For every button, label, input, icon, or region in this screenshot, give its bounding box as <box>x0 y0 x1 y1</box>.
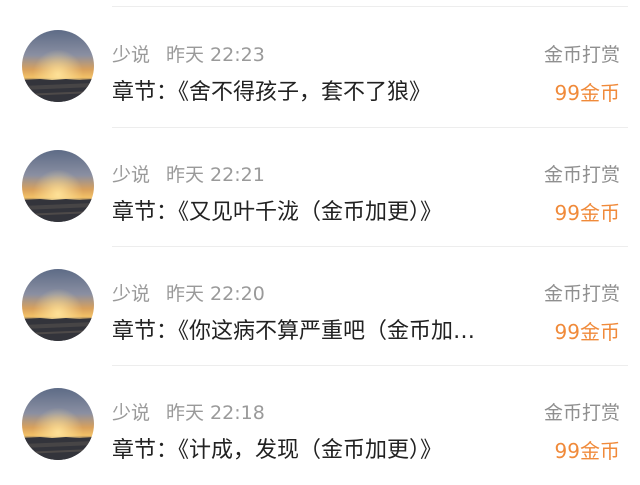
item-meta: 少说 昨天 22:20 <box>112 279 265 309</box>
timestamp: 昨天 22:21 <box>166 164 265 186</box>
username[interactable]: 少说 <box>112 44 150 66</box>
item-meta: 少说 昨天 22:23 <box>112 40 265 70</box>
chapter-title[interactable]: 章节：《计成，发现（金币加更）》 <box>112 434 522 468</box>
chapter-name: 《舍不得孩子，套不了狼》 <box>178 80 432 105</box>
sunset-landscape-avatar <box>22 269 94 341</box>
chapter-name: 《又见叶千泷（金币加更）》 <box>178 200 443 225</box>
user-avatar[interactable] <box>22 269 94 341</box>
reward-type: 金币打赏 <box>543 164 620 186</box>
user-avatar[interactable] <box>22 150 94 222</box>
reward-item[interactable]: 少说 昨天 22:21 章节：《又见叶千泷（金币加更）》 金币打赏 99金币 <box>0 128 640 247</box>
sunset-landscape-avatar <box>22 30 94 102</box>
reward-amount: 99金币 <box>554 439 620 463</box>
reward-type: 金币打赏 <box>543 402 620 424</box>
chapter-name: 《计成，发现（金币加更）》 <box>178 438 443 463</box>
reward-type: 金币打赏 <box>543 283 620 305</box>
username[interactable]: 少说 <box>112 402 150 424</box>
chapter-prefix: 章节： <box>112 200 179 225</box>
user-avatar[interactable] <box>22 388 94 460</box>
reward-item[interactable]: 少说 昨天 22:20 章节：《你这病不算严重吧（金币加… 金币打赏 99金币 <box>0 247 640 366</box>
reward-item[interactable]: 少说 昨天 22:23 章节：《舍不得孩子，套不了狼》 金币打赏 99金币 <box>0 8 640 127</box>
chapter-title[interactable]: 章节：《又见叶千泷（金币加更）》 <box>112 196 522 230</box>
sunset-landscape-avatar <box>22 150 94 222</box>
username[interactable]: 少说 <box>112 164 150 186</box>
item-meta: 少说 昨天 22:21 <box>112 160 265 190</box>
chapter-prefix: 章节： <box>112 319 179 344</box>
divider <box>112 6 628 7</box>
chapter-name: 《你这病不算严重吧（金币加… <box>178 319 476 344</box>
chapter-prefix: 章节： <box>112 80 179 105</box>
sunset-landscape-avatar <box>22 388 94 460</box>
timestamp: 昨天 22:20 <box>166 283 265 305</box>
timestamp: 昨天 22:23 <box>166 44 265 66</box>
username[interactable]: 少说 <box>112 283 150 305</box>
reward-amount: 99金币 <box>554 320 620 344</box>
chapter-prefix: 章节： <box>112 438 179 463</box>
user-avatar[interactable] <box>22 30 94 102</box>
item-meta: 少说 昨天 22:18 <box>112 398 265 428</box>
reward-amount: 99金币 <box>554 81 620 105</box>
timestamp: 昨天 22:18 <box>166 402 265 424</box>
chapter-title[interactable]: 章节：《你这病不算严重吧（金币加… <box>112 315 522 349</box>
chapter-title[interactable]: 章节：《舍不得孩子，套不了狼》 <box>112 76 522 110</box>
reward-item[interactable]: 少说 昨天 22:18 章节：《计成，发现（金币加更）》 金币打赏 99金币 <box>0 366 640 485</box>
reward-type: 金币打赏 <box>543 44 620 66</box>
reward-list: 少说 昨天 22:23 章节：《舍不得孩子，套不了狼》 金币打赏 99金币 少说昨… <box>0 0 640 481</box>
reward-amount: 99金币 <box>554 201 620 225</box>
